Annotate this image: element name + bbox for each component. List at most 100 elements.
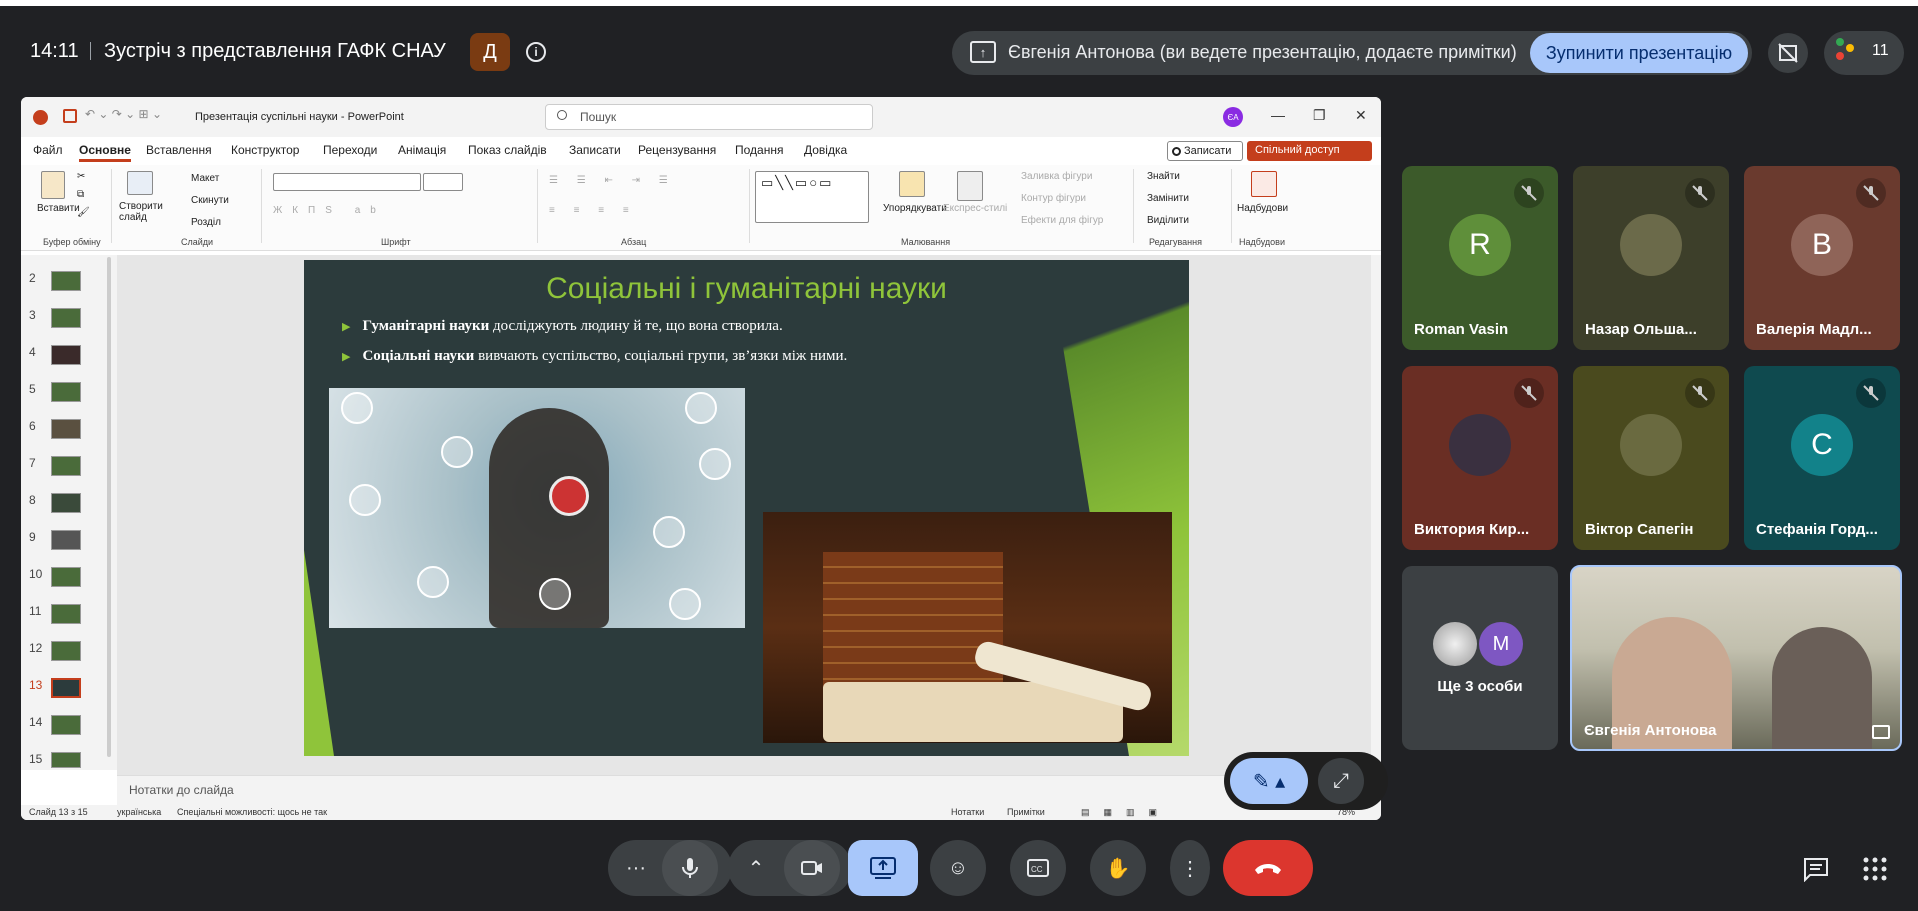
- paste-label[interactable]: Вставити: [37, 203, 80, 214]
- font-size-select[interactable]: [423, 173, 463, 191]
- chat-icon[interactable]: [1802, 856, 1830, 883]
- tab-slideshow[interactable]: Показ слайдів: [468, 143, 547, 157]
- annotate-button[interactable]: ✎ ▴: [1230, 758, 1308, 804]
- editor-scrollbar[interactable]: [1371, 255, 1381, 775]
- restore-icon[interactable]: ❐: [1313, 107, 1326, 124]
- host-badge[interactable]: Д: [470, 33, 510, 71]
- end-call-button[interactable]: [1223, 840, 1313, 896]
- font-name-select[interactable]: [273, 173, 421, 191]
- slide-thumbnail[interactable]: [51, 493, 81, 513]
- quick-styles-label[interactable]: Експрес-стилі: [943, 203, 1007, 214]
- select-button[interactable]: Виділити: [1147, 215, 1189, 226]
- view-mode-icons[interactable]: ▤▦▥▣: [1081, 807, 1171, 818]
- slide-thumbnail-current[interactable]: [51, 678, 81, 698]
- slide-thumbnail[interactable]: [51, 419, 81, 439]
- participant-tile[interactable]: С Стефанія Горд...: [1744, 366, 1900, 550]
- format-painter-icon[interactable]: 🖌: [77, 207, 90, 218]
- language-indicator[interactable]: українська: [117, 807, 161, 817]
- tab-home[interactable]: Основне: [79, 143, 131, 162]
- arrange-icon[interactable]: [899, 171, 925, 197]
- captions-icon[interactable]: CC: [1010, 840, 1066, 896]
- shape-fill-button[interactable]: Заливка фігури: [1021, 171, 1092, 182]
- slide-thumbnail[interactable]: [51, 530, 81, 550]
- slide-thumbnail[interactable]: [51, 456, 81, 476]
- record-button[interactable]: Записати: [1167, 141, 1243, 161]
- new-slide-label[interactable]: Створити слайд: [119, 201, 169, 223]
- slide-thumbnail[interactable]: [51, 715, 81, 735]
- participant-tile[interactable]: Назар Ольша...: [1573, 166, 1729, 350]
- emoji-icon[interactable]: ☺: [930, 840, 986, 896]
- shape-effects-button[interactable]: Ефекти для фігур: [1021, 215, 1103, 226]
- slide-thumbnail[interactable]: [51, 752, 81, 768]
- pip-icon[interactable]: [1872, 725, 1890, 739]
- tab-transitions[interactable]: Переходи: [323, 143, 377, 157]
- account-avatar[interactable]: ЄА: [1223, 107, 1243, 127]
- tab-insert[interactable]: Вставлення: [146, 143, 212, 157]
- accessibility-status[interactable]: Спеціальні можливості: щось не так: [177, 807, 327, 817]
- tab-review[interactable]: Рецензування: [638, 143, 716, 157]
- participant-tile[interactable]: В Валерія Мадл...: [1744, 166, 1900, 350]
- comments-toggle[interactable]: Примітки: [1007, 807, 1045, 817]
- participant-tile[interactable]: R Roman Vasin: [1402, 166, 1558, 350]
- tab-record[interactable]: Записати: [569, 143, 621, 157]
- addins-label[interactable]: Надбудови: [1237, 203, 1288, 214]
- slide-thumbnail[interactable]: [51, 604, 81, 624]
- share-button[interactable]: Спільний доступ: [1247, 141, 1372, 161]
- participant-tile[interactable]: Віктор Сапегін: [1573, 366, 1729, 550]
- align-icons[interactable]: ≡ ≡ ≡ ≡: [549, 205, 637, 216]
- quick-styles-icon[interactable]: [957, 171, 983, 201]
- stop-presenting-button[interactable]: Зупинити презентацію: [1530, 33, 1748, 73]
- hide-self-icon[interactable]: [1768, 33, 1808, 73]
- tab-design[interactable]: Конструктор: [231, 143, 299, 157]
- replace-button[interactable]: Замінити: [1147, 193, 1189, 204]
- arrange-label[interactable]: Упорядкувати: [883, 203, 947, 214]
- minimize-icon[interactable]: —: [1271, 107, 1285, 123]
- cut-icon[interactable]: ✂: [77, 171, 85, 182]
- activities-grid-icon[interactable]: [1862, 856, 1888, 882]
- tab-view[interactable]: Подання: [735, 143, 783, 157]
- tab-animations[interactable]: Анімація: [398, 143, 446, 157]
- notes-toggle[interactable]: Нотатки: [951, 807, 984, 817]
- slide-thumbnail[interactable]: [51, 308, 81, 328]
- ppt-search-box[interactable]: Пошук: [545, 104, 873, 130]
- notes-placeholder[interactable]: Нотатки до слайда: [129, 783, 234, 797]
- quick-access-icons[interactable]: ↶ ⌄ ↷ ⌄ ⊞ ⌄: [85, 107, 162, 121]
- notes-pane[interactable]: [117, 775, 1381, 805]
- tab-help[interactable]: Довідка: [804, 143, 847, 157]
- save-icon[interactable]: [63, 109, 77, 123]
- info-icon[interactable]: i: [526, 42, 546, 62]
- more-participants-tile[interactable]: [1402, 566, 1558, 750]
- close-icon[interactable]: ✕: [1355, 107, 1367, 124]
- slide-thumbnail[interactable]: [51, 271, 81, 291]
- slide-thumbnail[interactable]: [51, 641, 81, 661]
- thumb-number: 10: [29, 567, 43, 581]
- bullet-1-text: досліджують людину й те, що вона створил…: [489, 318, 783, 334]
- thumbnail-scrollbar[interactable]: [107, 257, 111, 757]
- camera-icon[interactable]: [784, 840, 840, 896]
- shapes-icons[interactable]: ▭╲╲▭○▭: [761, 175, 833, 191]
- slide-thumbnail[interactable]: [51, 567, 81, 587]
- slide-thumbnail[interactable]: [51, 382, 81, 402]
- present-screen-button[interactable]: [848, 840, 918, 896]
- current-slide[interactable]: Соціальні і гуманітарні науки ▶ Гуманітар…: [304, 260, 1189, 756]
- more-vert-icon[interactable]: ⋮: [1170, 840, 1210, 896]
- raise-hand-icon[interactable]: ✋: [1090, 840, 1146, 896]
- font-format-icons[interactable]: ЖКПS ab: [273, 205, 386, 216]
- slide-thumbnail[interactable]: [51, 345, 81, 365]
- tab-file[interactable]: Файл: [33, 143, 63, 157]
- microphone-icon[interactable]: [662, 840, 718, 896]
- find-button[interactable]: Знайти: [1147, 171, 1180, 182]
- expand-icon[interactable]: ⤢: [1318, 758, 1364, 804]
- list-icons[interactable]: ☰ ☰ ⇤ ⇥ ☰: [549, 175, 676, 186]
- copy-icon[interactable]: ⧉: [77, 189, 84, 200]
- participant-tile[interactable]: Виктория Кир...: [1402, 366, 1558, 550]
- new-slide-icon[interactable]: [127, 171, 153, 195]
- paste-icon[interactable]: [41, 171, 65, 199]
- layout-button[interactable]: Макет: [191, 173, 219, 184]
- reset-button[interactable]: Скинути: [191, 195, 229, 206]
- section-button[interactable]: Розділ: [191, 217, 221, 228]
- addins-icon[interactable]: [1251, 171, 1277, 197]
- shape-outline-button[interactable]: Контур фігури: [1021, 193, 1086, 204]
- more-options-icon[interactable]: ···: [608, 840, 664, 896]
- chevron-up-icon[interactable]: ⌃: [728, 840, 784, 896]
